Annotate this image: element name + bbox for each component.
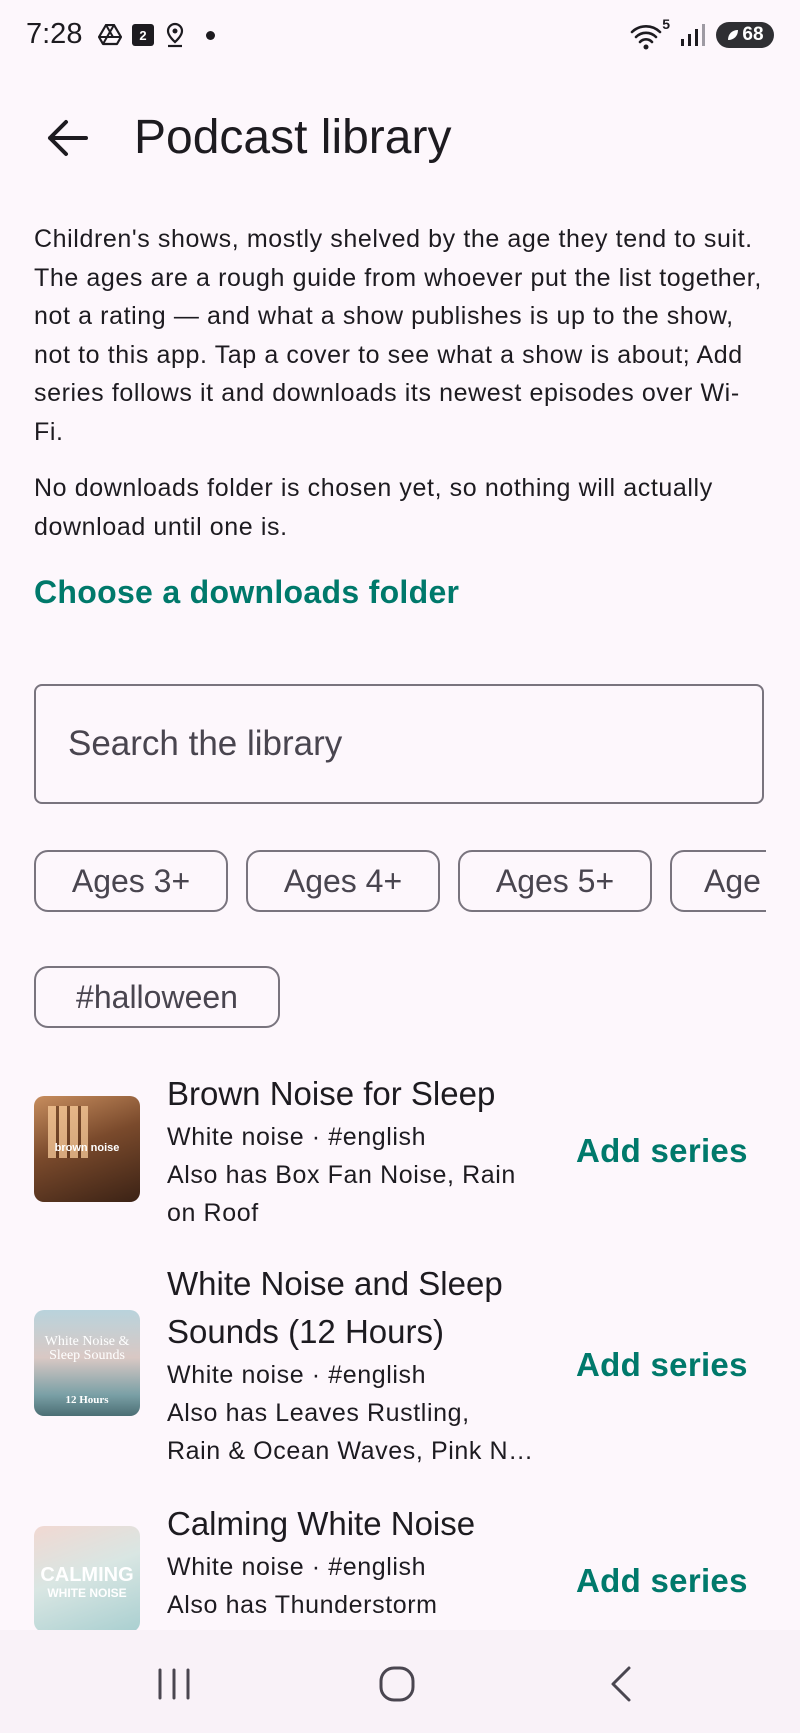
chip-ages-4[interactable]: Ages 4+ bbox=[246, 850, 440, 912]
tag-filter-chips: #halloween bbox=[34, 966, 298, 1028]
search-input[interactable] bbox=[34, 684, 764, 804]
calendar-icon: 2 bbox=[132, 24, 154, 46]
recents-button[interactable] bbox=[144, 1660, 204, 1708]
status-system-icons: 5 68 bbox=[630, 16, 774, 50]
item-also: Rain & Ocean Waves, Pink N… bbox=[167, 1437, 534, 1465]
item-also: Also has Box Fan Noise, Rain bbox=[167, 1161, 516, 1189]
library-description: Children's shows, mostly shelved by the … bbox=[34, 225, 762, 446]
cover-image[interactable]: White Noise & Sleep Sounds 12 Hours bbox=[34, 1310, 140, 1416]
more-notifications-dot bbox=[206, 30, 215, 40]
item-meta: White noise · #english bbox=[167, 1553, 427, 1581]
add-series-button[interactable]: Add series bbox=[576, 1132, 748, 1170]
item-text: Calming White Noise White noise · #engli… bbox=[167, 1500, 547, 1624]
cover-text: 12 Hours bbox=[65, 1394, 109, 1406]
signal-icon bbox=[681, 24, 705, 46]
cover-image[interactable]: brown noise bbox=[34, 1096, 140, 1202]
chip-halloween[interactable]: #halloween bbox=[34, 966, 280, 1028]
item-text: White Noise and Sleep Sounds (12 Hours) … bbox=[167, 1260, 547, 1470]
chip-ages-3[interactable]: Ages 3+ bbox=[34, 850, 228, 912]
cover-image[interactable]: CALMING WHITE NOISE bbox=[34, 1526, 140, 1632]
cover-text: Sleep Sounds bbox=[49, 1348, 125, 1363]
page-title: Podcast library bbox=[134, 111, 452, 164]
age-filter-chips: Ages 3+ Ages 4+ Ages 5+ Age bbox=[34, 850, 766, 916]
item-also: Also has Leaves Rustling, bbox=[167, 1399, 470, 1427]
battery-indicator: 68 bbox=[716, 22, 774, 48]
add-series-button[interactable]: Add series bbox=[576, 1346, 748, 1384]
item-also: on Roof bbox=[167, 1199, 259, 1227]
chip-ages-partial[interactable]: Age bbox=[670, 850, 766, 912]
item-title: Sounds (12 Hours) bbox=[167, 1313, 444, 1350]
drive-icon bbox=[98, 24, 122, 46]
back-arrow-icon bbox=[48, 120, 88, 156]
item-meta: White noise · #english bbox=[167, 1361, 427, 1389]
status-time: 7:28 bbox=[26, 18, 83, 50]
battery-saver-icon bbox=[728, 30, 739, 40]
item-meta: White noise · #english bbox=[167, 1123, 427, 1151]
recents-icon bbox=[158, 1668, 190, 1700]
item-title: Calming White Noise bbox=[167, 1505, 476, 1542]
battery-level: 68 bbox=[742, 24, 764, 45]
item-text: Brown Noise for Sleep White noise · #eng… bbox=[167, 1070, 547, 1232]
chip-ages-5[interactable]: Ages 5+ bbox=[458, 850, 652, 912]
add-series-button[interactable]: Add series bbox=[576, 1562, 748, 1600]
item-title: White Noise and Sleep bbox=[167, 1265, 503, 1302]
choose-downloads-folder-link[interactable]: Choose a downloads folder bbox=[34, 574, 459, 611]
wifi-icon: 5 bbox=[630, 16, 670, 50]
cover-text: WHITE NOISE bbox=[47, 1586, 127, 1600]
top-app-bar: Podcast library bbox=[0, 96, 800, 180]
status-bar: 7:28 2 5 68 bbox=[0, 0, 800, 76]
downloads-folder-notice: No downloads folder is chosen yet, so no… bbox=[34, 474, 713, 541]
home-icon bbox=[379, 1666, 415, 1702]
cover-text: brown noise bbox=[54, 1142, 120, 1154]
cover-text: CALMING bbox=[40, 1564, 134, 1586]
system-back-button[interactable] bbox=[592, 1660, 652, 1708]
home-button[interactable] bbox=[367, 1660, 427, 1708]
system-navigation-bar bbox=[0, 1630, 800, 1733]
wifi-badge: 5 bbox=[662, 16, 670, 32]
back-icon bbox=[611, 1666, 631, 1702]
item-title: Brown Noise for Sleep bbox=[167, 1075, 496, 1112]
item-also: Also has Thunderstorm bbox=[167, 1591, 438, 1619]
status-notification-icons: 2 bbox=[98, 22, 215, 48]
location-icon bbox=[166, 22, 184, 48]
back-button[interactable] bbox=[34, 106, 98, 170]
